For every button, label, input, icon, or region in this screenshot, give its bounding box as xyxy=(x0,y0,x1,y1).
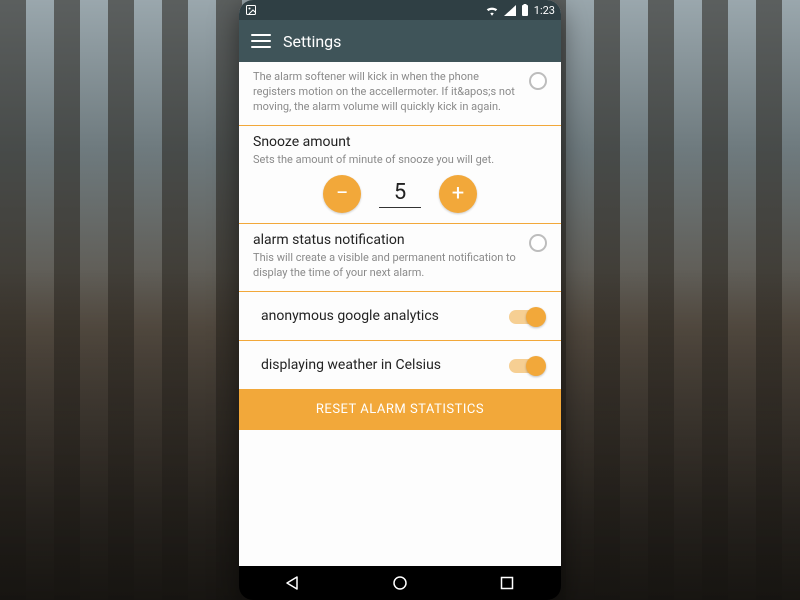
setting-analytics: anonymous google analytics xyxy=(239,292,561,341)
alarm-softener-toggle[interactable] xyxy=(529,72,547,90)
nav-home-button[interactable] xyxy=(389,572,411,594)
snooze-decrease-button[interactable]: − xyxy=(323,175,361,213)
settings-content: The alarm softener will kick in when the… xyxy=(239,62,561,566)
page-title: Settings xyxy=(283,32,341,51)
nav-back-button[interactable] xyxy=(282,572,304,594)
image-icon xyxy=(245,4,257,16)
signal-icon xyxy=(504,5,516,16)
app-bar: Settings xyxy=(239,20,561,62)
snooze-desc: Sets the amount of minute of snooze you … xyxy=(253,153,547,168)
status-time: 1:23 xyxy=(534,4,555,17)
snooze-value[interactable]: 5 xyxy=(379,180,421,208)
alarm-softener-desc: The alarm softener will kick in when the… xyxy=(253,70,519,115)
status-bar: 1:23 xyxy=(239,0,561,20)
status-notif-title: alarm status notification xyxy=(253,232,519,248)
setting-snooze-amount: Snooze amount Sets the amount of minute … xyxy=(239,126,561,225)
phone-frame: 1:23 Settings The alarm softener will ki… xyxy=(239,0,561,600)
snooze-stepper: − 5 + xyxy=(253,175,547,213)
snooze-increase-button[interactable]: + xyxy=(439,175,477,213)
setting-alarm-softener: The alarm softener will kick in when the… xyxy=(239,62,561,126)
celsius-toggle[interactable] xyxy=(509,359,543,373)
setting-celsius: displaying weather in Celsius xyxy=(239,341,561,389)
setting-status-notification: alarm status notification This will crea… xyxy=(239,224,561,292)
android-navbar xyxy=(239,566,561,600)
analytics-label: anonymous google analytics xyxy=(261,308,439,324)
nav-recent-button[interactable] xyxy=(496,572,518,594)
status-notif-toggle[interactable] xyxy=(529,234,547,252)
battery-icon xyxy=(521,4,529,16)
analytics-toggle[interactable] xyxy=(509,310,543,324)
celsius-label: displaying weather in Celsius xyxy=(261,357,441,373)
reset-statistics-button[interactable]: RESET ALARM STATISTICS xyxy=(239,389,561,430)
wifi-icon xyxy=(485,5,499,16)
phone-screen: 1:23 Settings The alarm softener will ki… xyxy=(239,0,561,566)
status-notif-desc: This will create a visible and permanent… xyxy=(253,251,519,281)
snooze-title: Snooze amount xyxy=(253,134,547,150)
menu-icon[interactable] xyxy=(251,34,271,48)
